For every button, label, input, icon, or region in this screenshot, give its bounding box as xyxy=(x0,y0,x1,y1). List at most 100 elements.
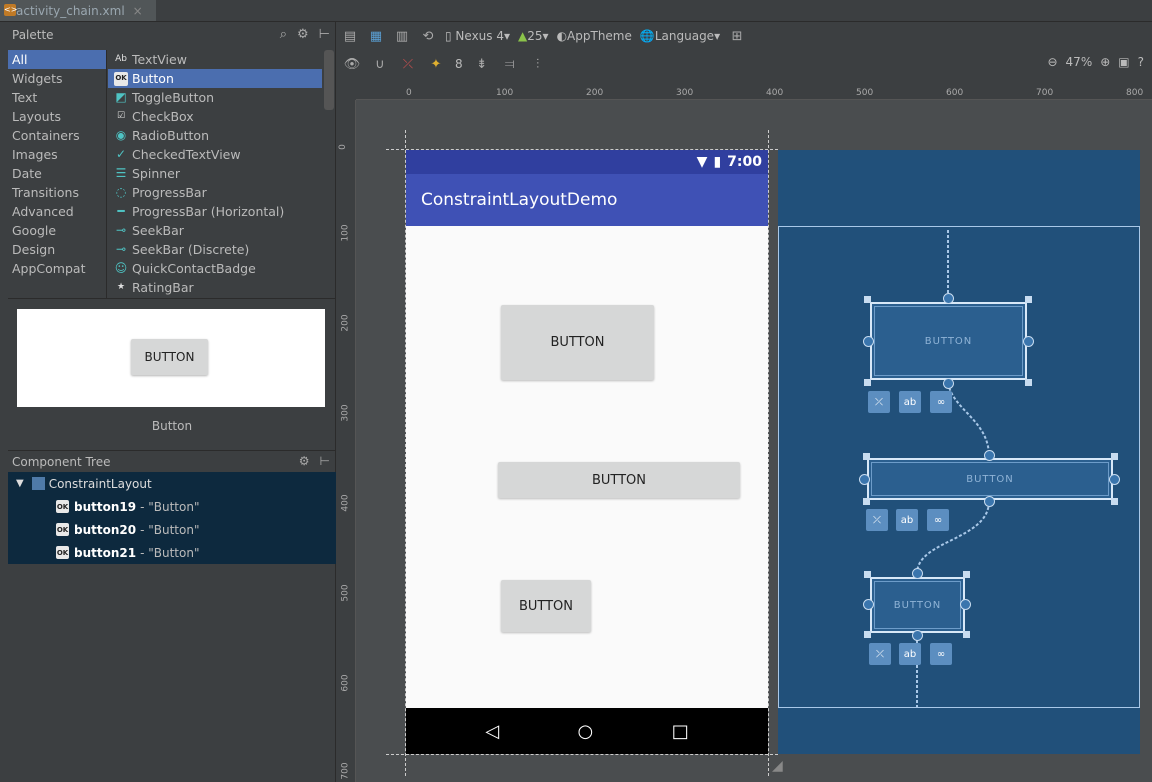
palette-item-progressbar[interactable]: ◌ ProgressBar xyxy=(108,183,322,202)
delete-constraints-icon[interactable]: ⤫ xyxy=(869,643,891,665)
chain-icon[interactable]: ∞ xyxy=(927,509,949,531)
resize-handle[interactable] xyxy=(963,631,970,638)
palette-item-togglebutton[interactable]: ◩ ToggleButton xyxy=(108,88,322,107)
blueprint-view[interactable]: BUTTON ⤫ ab ∞ BUTTON ⤫ ab ∞ BUTTON ⤫ ab … xyxy=(778,150,1140,754)
category-advanced[interactable]: Advanced xyxy=(8,202,106,221)
category-all[interactable]: All xyxy=(8,50,106,69)
blueprint-button20[interactable]: BUTTON xyxy=(867,458,1113,500)
palette-item-seekbar-discrete[interactable]: ⊸ SeekBar (Discrete) xyxy=(108,240,322,259)
button19[interactable]: BUTTON xyxy=(501,305,654,380)
palette-item-progressbar-horizontal[interactable]: ━ ProgressBar (Horizontal) xyxy=(108,202,322,221)
right-anchor[interactable] xyxy=(1023,336,1034,347)
palette-scrollbar[interactable] xyxy=(324,50,334,110)
device-selector[interactable]: ▯ Nexus 4▾ xyxy=(445,29,510,43)
gear-icon[interactable]: ⚙ xyxy=(299,454,310,468)
close-icon[interactable]: × xyxy=(133,4,143,18)
design-view-icon[interactable]: ▤ xyxy=(341,27,359,45)
top-anchor[interactable] xyxy=(943,293,954,304)
eye-icon[interactable]: 👁 xyxy=(343,55,361,73)
delete-constraints-icon[interactable]: ⤫ xyxy=(868,391,890,413)
resize-handle[interactable] xyxy=(864,296,871,303)
resize-handle[interactable] xyxy=(864,571,871,578)
resize-handle-icon[interactable]: ◢ xyxy=(772,758,783,774)
home-icon[interactable]: ○ xyxy=(578,721,594,742)
bottom-anchor[interactable] xyxy=(943,378,954,389)
category-images[interactable]: Images xyxy=(8,145,106,164)
api-selector[interactable]: ▲25▾ xyxy=(518,29,549,43)
resize-handle[interactable] xyxy=(1111,453,1118,460)
left-anchor[interactable] xyxy=(859,474,870,485)
resize-handle[interactable] xyxy=(864,631,871,638)
theme-selector[interactable]: ◐AppTheme xyxy=(557,29,632,43)
bottom-anchor[interactable] xyxy=(912,630,923,641)
tree-item-button19[interactable]: OK button19 - "Button" xyxy=(8,495,336,518)
palette-item-seekbar[interactable]: ⊸ SeekBar xyxy=(108,221,322,240)
palette-item-spinner[interactable]: ☰ Spinner xyxy=(108,164,322,183)
blueprint-button19[interactable]: BUTTON xyxy=(870,302,1027,380)
top-anchor[interactable] xyxy=(912,568,923,579)
zoom-in-icon[interactable]: ⊕ xyxy=(1100,55,1110,69)
recents-icon[interactable]: □ xyxy=(672,721,689,742)
align-icon[interactable]: ⫤ xyxy=(501,55,519,73)
chain-icon[interactable]: ∞ xyxy=(930,391,952,413)
tree-root[interactable]: ▼ ConstraintLayout xyxy=(8,472,336,495)
hide-panel-icon[interactable]: ⊢ xyxy=(319,27,330,42)
clear-constraints-icon[interactable]: ⤫ xyxy=(399,55,417,73)
category-transitions[interactable]: Transitions xyxy=(8,183,106,202)
bottom-anchor[interactable] xyxy=(984,496,995,507)
button21[interactable]: BUTTON xyxy=(501,580,591,632)
help-icon[interactable]: ? xyxy=(1138,55,1144,69)
phone-design-view[interactable]: ▼ ▮ 7:00 ConstraintLayoutDemo BUTTON BUT… xyxy=(406,150,768,754)
category-date[interactable]: Date xyxy=(8,164,106,183)
hide-panel-icon[interactable]: ⊢ xyxy=(320,454,330,468)
back-icon[interactable]: ◁ xyxy=(485,721,499,742)
category-containers[interactable]: Containers xyxy=(8,126,106,145)
resize-handle[interactable] xyxy=(1025,296,1032,303)
right-anchor[interactable] xyxy=(960,599,971,610)
right-anchor[interactable] xyxy=(1109,474,1120,485)
orientation-icon[interactable]: ⟲ xyxy=(419,27,437,45)
palette-item-button[interactable]: OK Button xyxy=(108,69,322,88)
resize-handle[interactable] xyxy=(864,379,871,386)
gear-icon[interactable]: ⚙ xyxy=(297,27,309,42)
palette-item-checkbox[interactable]: ☑ CheckBox xyxy=(108,107,322,126)
resize-handle[interactable] xyxy=(963,571,970,578)
resize-handle[interactable] xyxy=(1025,379,1032,386)
palette-item-ratingbar[interactable]: ★ RatingBar xyxy=(108,278,322,297)
blueprint-button21[interactable]: BUTTON xyxy=(870,577,965,633)
resize-handle[interactable] xyxy=(863,498,870,505)
blueprint-view-icon[interactable]: ▦ xyxy=(367,27,385,45)
left-anchor[interactable] xyxy=(863,599,874,610)
resize-handle[interactable] xyxy=(1111,498,1118,505)
palette-item-radiobutton[interactable]: ◉ RadioButton xyxy=(108,126,322,145)
category-google[interactable]: Google xyxy=(8,221,106,240)
pack-icon[interactable]: ⇟ xyxy=(473,55,491,73)
category-design[interactable]: Design xyxy=(8,240,106,259)
default-margin[interactable]: 8 xyxy=(455,57,463,71)
palette-item-textview[interactable]: Ab TextView xyxy=(108,50,322,69)
left-anchor[interactable] xyxy=(863,336,874,347)
baseline-icon[interactable]: ab xyxy=(899,643,921,665)
category-layouts[interactable]: Layouts xyxy=(8,107,106,126)
category-widgets[interactable]: Widgets xyxy=(8,69,106,88)
preview-button[interactable]: BUTTON xyxy=(131,339,208,375)
top-anchor[interactable] xyxy=(984,450,995,461)
tree-item-button20[interactable]: OK button20 - "Button" xyxy=(8,518,336,541)
language-selector[interactable]: 🌐Language▾ xyxy=(640,29,720,43)
guidelines-icon[interactable]: ⫶ xyxy=(529,55,547,73)
button20[interactable]: BUTTON xyxy=(498,462,740,498)
fit-screen-icon[interactable]: ▣ xyxy=(1118,55,1129,69)
resize-handle[interactable] xyxy=(863,453,870,460)
zoom-out-icon[interactable]: ⊖ xyxy=(1047,55,1057,69)
category-appcompat[interactable]: AppCompat xyxy=(8,259,106,278)
collapse-triangle-icon[interactable]: ▼ xyxy=(16,478,24,489)
layout-variants-icon[interactable]: ⊞ xyxy=(728,27,746,45)
infer-constraints-icon[interactable]: ✦ xyxy=(427,55,445,73)
palette-item-checkedtextview[interactable]: ✓ CheckedTextView xyxy=(108,145,322,164)
baseline-icon[interactable]: ab xyxy=(896,509,918,531)
baseline-icon[interactable]: ab xyxy=(899,391,921,413)
palette-item-quickcontactbadge[interactable]: ☺ QuickContactBadge xyxy=(108,259,322,278)
both-views-icon[interactable]: ▥ xyxy=(393,27,411,45)
chain-icon[interactable]: ∞ xyxy=(930,643,952,665)
magnet-icon[interactable]: ∪ xyxy=(371,55,389,73)
